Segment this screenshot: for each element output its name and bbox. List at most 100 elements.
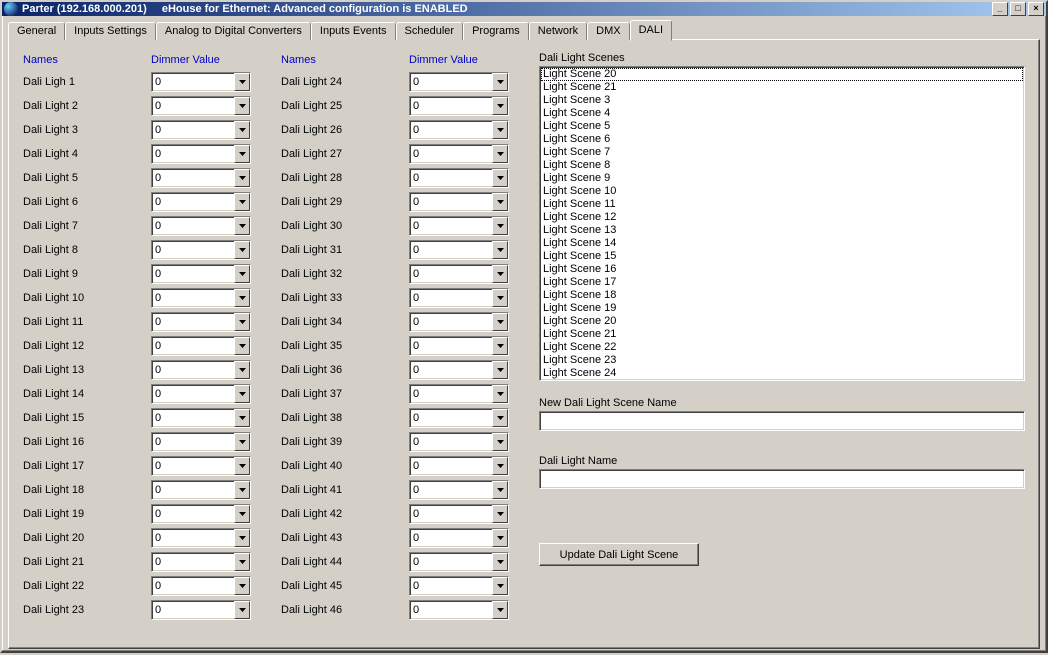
dimmer-value-combo[interactable]: 0 [409, 600, 509, 620]
list-item[interactable]: Light Scene 7 [541, 146, 1023, 159]
tab-programs[interactable]: Programs [463, 22, 529, 40]
chevron-down-icon[interactable] [234, 577, 250, 595]
chevron-down-icon[interactable] [234, 553, 250, 571]
chevron-down-icon[interactable] [492, 169, 508, 187]
dimmer-value-combo[interactable]: 0 [409, 480, 509, 500]
chevron-down-icon[interactable] [492, 361, 508, 379]
chevron-down-icon[interactable] [492, 433, 508, 451]
chevron-down-icon[interactable] [234, 265, 250, 283]
chevron-down-icon[interactable] [492, 601, 508, 619]
list-item[interactable]: Light Scene 12 [541, 211, 1023, 224]
dimmer-value-combo[interactable]: 0 [151, 360, 251, 380]
list-item[interactable]: Light Scene 14 [541, 237, 1023, 250]
tab-dali[interactable]: DALI [630, 20, 672, 41]
dimmer-value-combo[interactable]: 0 [151, 528, 251, 548]
dimmer-value-combo[interactable]: 0 [151, 552, 251, 572]
dimmer-value-combo[interactable]: 0 [151, 216, 251, 236]
chevron-down-icon[interactable] [234, 289, 250, 307]
chevron-down-icon[interactable] [492, 457, 508, 475]
chevron-down-icon[interactable] [492, 385, 508, 403]
dimmer-value-combo[interactable]: 0 [151, 504, 251, 524]
chevron-down-icon[interactable] [234, 505, 250, 523]
dimmer-value-combo[interactable]: 0 [409, 456, 509, 476]
dimmer-value-combo[interactable]: 0 [409, 360, 509, 380]
dimmer-value-combo[interactable]: 0 [151, 144, 251, 164]
list-item[interactable]: Light Scene 18 [541, 289, 1023, 302]
chevron-down-icon[interactable] [492, 217, 508, 235]
dimmer-value-combo[interactable]: 0 [409, 96, 509, 116]
dimmer-value-combo[interactable]: 0 [151, 576, 251, 596]
list-item[interactable]: Light Scene 15 [541, 250, 1023, 263]
dimmer-value-combo[interactable]: 0 [409, 576, 509, 596]
chevron-down-icon[interactable] [492, 577, 508, 595]
chevron-down-icon[interactable] [234, 145, 250, 163]
dimmer-value-combo[interactable]: 0 [151, 384, 251, 404]
dimmer-value-combo[interactable]: 0 [409, 72, 509, 92]
chevron-down-icon[interactable] [492, 289, 508, 307]
dimmer-value-combo[interactable]: 0 [151, 72, 251, 92]
dimmer-value-combo[interactable]: 0 [151, 480, 251, 500]
tab-dmx[interactable]: DMX [587, 22, 629, 40]
dimmer-value-combo[interactable]: 0 [409, 192, 509, 212]
chevron-down-icon[interactable] [234, 361, 250, 379]
chevron-down-icon[interactable] [234, 457, 250, 475]
dimmer-value-combo[interactable]: 0 [151, 96, 251, 116]
dimmer-value-combo[interactable]: 0 [409, 504, 509, 524]
scenes-listbox[interactable]: Light Scene 20Light Scene 21Light Scene … [539, 66, 1025, 381]
chevron-down-icon[interactable] [492, 481, 508, 499]
chevron-down-icon[interactable] [492, 313, 508, 331]
minimize-button[interactable]: _ [992, 2, 1008, 16]
tab-analog-to-digital-converters[interactable]: Analog to Digital Converters [156, 22, 311, 40]
new-scene-input[interactable] [539, 411, 1025, 431]
dimmer-value-combo[interactable]: 0 [409, 240, 509, 260]
list-item[interactable]: Light Scene 23 [541, 354, 1023, 367]
dimmer-value-combo[interactable]: 0 [151, 264, 251, 284]
chevron-down-icon[interactable] [492, 121, 508, 139]
list-item[interactable]: Light Scene 20 [541, 68, 1023, 81]
chevron-down-icon[interactable] [492, 409, 508, 427]
list-item[interactable]: Light Scene 21 [541, 328, 1023, 341]
dimmer-value-combo[interactable]: 0 [409, 408, 509, 428]
dimmer-value-combo[interactable]: 0 [409, 336, 509, 356]
list-item[interactable]: Light Scene 19 [541, 302, 1023, 315]
chevron-down-icon[interactable] [492, 337, 508, 355]
chevron-down-icon[interactable] [234, 385, 250, 403]
close-button[interactable]: × [1028, 2, 1044, 16]
chevron-down-icon[interactable] [492, 265, 508, 283]
dimmer-value-combo[interactable]: 0 [409, 312, 509, 332]
chevron-down-icon[interactable] [234, 241, 250, 259]
chevron-down-icon[interactable] [492, 529, 508, 547]
chevron-down-icon[interactable] [234, 481, 250, 499]
chevron-down-icon[interactable] [234, 217, 250, 235]
maximize-button[interactable]: □ [1010, 2, 1026, 16]
dimmer-value-combo[interactable]: 0 [151, 240, 251, 260]
dimmer-value-combo[interactable]: 0 [409, 264, 509, 284]
chevron-down-icon[interactable] [492, 241, 508, 259]
chevron-down-icon[interactable] [234, 409, 250, 427]
chevron-down-icon[interactable] [234, 169, 250, 187]
chevron-down-icon[interactable] [234, 601, 250, 619]
light-name-input[interactable] [539, 469, 1025, 489]
dimmer-value-combo[interactable]: 0 [409, 432, 509, 452]
chevron-down-icon[interactable] [234, 433, 250, 451]
chevron-down-icon[interactable] [492, 73, 508, 91]
dimmer-value-combo[interactable]: 0 [151, 192, 251, 212]
chevron-down-icon[interactable] [234, 337, 250, 355]
chevron-down-icon[interactable] [492, 553, 508, 571]
update-scene-button[interactable]: Update Dali Light Scene [539, 543, 699, 566]
list-item[interactable]: Light Scene 3 [541, 94, 1023, 107]
chevron-down-icon[interactable] [492, 97, 508, 115]
list-item[interactable]: Light Scene 21 [541, 81, 1023, 94]
list-item[interactable]: Light Scene 17 [541, 276, 1023, 289]
list-item[interactable]: Light Scene 22 [541, 341, 1023, 354]
dimmer-value-combo[interactable]: 0 [151, 168, 251, 188]
tab-inputs-events[interactable]: Inputs Events [311, 22, 396, 40]
list-item[interactable]: Light Scene 5 [541, 120, 1023, 133]
dimmer-value-combo[interactable]: 0 [151, 288, 251, 308]
list-item[interactable]: Light Scene 10 [541, 185, 1023, 198]
dimmer-value-combo[interactable]: 0 [151, 600, 251, 620]
dimmer-value-combo[interactable]: 0 [409, 168, 509, 188]
dimmer-value-combo[interactable]: 0 [151, 456, 251, 476]
list-item[interactable]: Light Scene 16 [541, 263, 1023, 276]
list-item[interactable]: Light Scene 24 [541, 367, 1023, 380]
